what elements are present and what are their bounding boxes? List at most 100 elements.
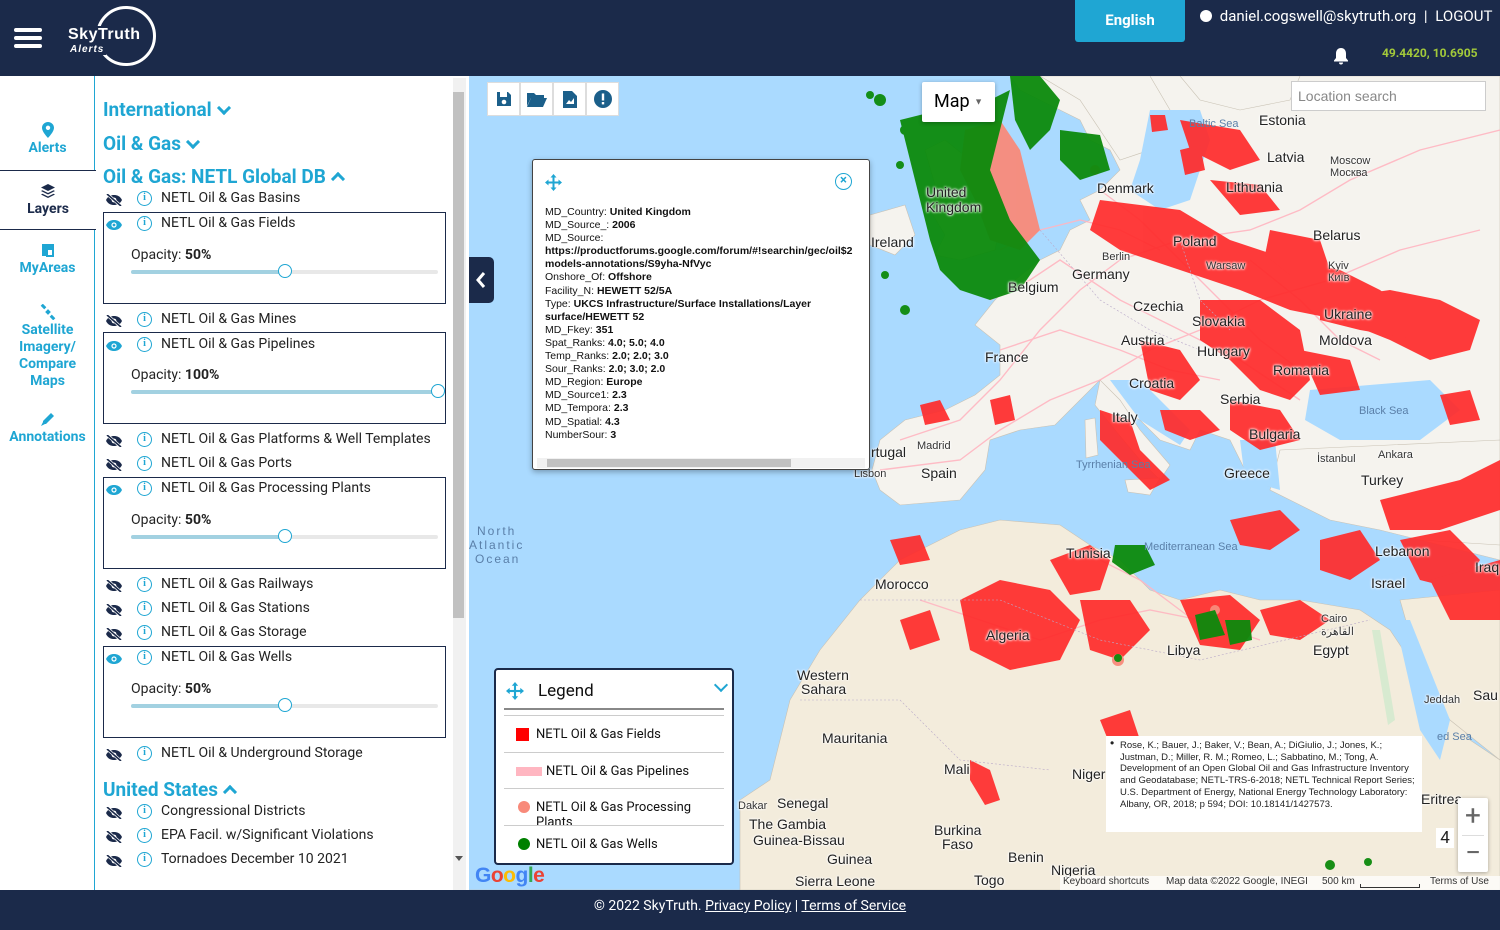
info-icon[interactable]: i xyxy=(137,216,152,231)
info-icon[interactable]: i xyxy=(137,804,152,819)
eye-slash-icon[interactable] xyxy=(105,433,123,449)
opacity-value: 50% xyxy=(184,681,212,697)
eye-slash-icon[interactable] xyxy=(105,457,123,473)
map-label: Atlantic xyxy=(469,538,525,552)
info-icon[interactable]: i xyxy=(137,456,152,471)
panel-scrollbar-thumb[interactable] xyxy=(453,92,464,618)
legend-item: NETL Oil & Gas Processing Plants xyxy=(504,788,724,830)
info-icon[interactable]: i xyxy=(137,746,152,761)
close-icon[interactable]: × xyxy=(835,173,852,190)
info-icon[interactable]: i xyxy=(137,828,152,843)
info-icon[interactable]: i xyxy=(137,601,152,616)
satellite-icon xyxy=(40,304,55,320)
section-oil-gas[interactable]: Oil & Gas xyxy=(103,132,201,155)
eye-icon[interactable] xyxy=(105,219,123,231)
opacity-slider[interactable] xyxy=(131,264,438,278)
move-icon[interactable] xyxy=(506,682,524,700)
eye-slash-icon[interactable] xyxy=(105,747,123,763)
map-label: Latvia xyxy=(1267,149,1305,165)
eye-icon[interactable] xyxy=(105,653,123,665)
terms-of-use-link[interactable]: Terms of Use xyxy=(1430,876,1489,887)
zoom-out-button[interactable]: − xyxy=(1458,835,1488,872)
layer-label: NETL Oil & Gas Storage xyxy=(161,624,307,640)
info-icon[interactable]: i xyxy=(137,625,152,640)
map-label: Moscow xyxy=(1330,155,1371,167)
skytruth-logo[interactable]: SkyTruth Alerts xyxy=(60,6,158,70)
chevron-down-icon[interactable] xyxy=(713,677,729,693)
keyboard-shortcuts-link[interactable]: Keyboard shortcuts xyxy=(1063,876,1149,887)
popup-horizontal-scrollbar[interactable] xyxy=(537,458,865,468)
popup-field: MD_Tempora: 2.3 xyxy=(545,402,852,415)
opacity-slider-thumb[interactable] xyxy=(278,264,292,278)
location-search-input[interactable]: Location search xyxy=(1291,81,1486,111)
language-button[interactable]: English xyxy=(1075,0,1185,42)
legend-swatch xyxy=(516,728,529,745)
info-icon[interactable]: i xyxy=(137,312,152,327)
open-folder-button[interactable] xyxy=(520,82,553,116)
info-icon[interactable]: i xyxy=(137,852,152,867)
info-icon[interactable]: i xyxy=(137,650,152,665)
eye-slash-icon[interactable] xyxy=(105,626,123,642)
map-label: Kingdom xyxy=(926,199,982,215)
popup-field-value: HEWETT 52/5A xyxy=(596,284,673,297)
eye-icon[interactable] xyxy=(105,484,123,496)
section-netl[interactable]: Oil & Gas: NETL Global DB xyxy=(103,165,345,188)
save-button[interactable] xyxy=(487,82,520,116)
eye-slash-icon[interactable] xyxy=(105,853,123,869)
eye-slash-icon[interactable] xyxy=(105,578,123,594)
popup-field-key: Type: xyxy=(545,297,571,310)
info-icon[interactable]: i xyxy=(137,577,152,592)
user-email[interactable]: daniel.cogswell@skytruth.org xyxy=(1220,7,1416,25)
map-type-selector[interactable]: Map ▼ xyxy=(922,82,995,122)
opacity-slider-thumb[interactable] xyxy=(431,384,445,398)
layer-label: NETL Oil & Gas Processing Plants xyxy=(161,480,371,496)
opacity-slider[interactable] xyxy=(131,529,438,543)
eye-slash-icon[interactable] xyxy=(105,805,123,821)
file-export-icon xyxy=(562,90,577,108)
popup-field: MD_Spatial: 4.3 xyxy=(545,416,852,429)
bell-icon[interactable] xyxy=(1333,47,1349,65)
export-file-button[interactable] xyxy=(553,82,586,116)
eye-slash-icon[interactable] xyxy=(105,192,123,208)
terms-of-service-link[interactable]: Terms of Service xyxy=(801,898,906,914)
opacity-slider-thumb[interactable] xyxy=(278,529,292,543)
info-icon[interactable]: i xyxy=(137,481,152,496)
eye-icon[interactable] xyxy=(105,340,123,352)
popup-field: Facility_N: HEWETT 52/5A xyxy=(545,285,852,298)
nav-myareas[interactable]: MyAreas xyxy=(0,244,95,277)
nav-layers[interactable]: Layers xyxy=(0,170,96,230)
nav-satellite[interactable]: Satellite Imagery/ Compare Maps xyxy=(0,304,95,390)
nav-alerts[interactable]: Alerts xyxy=(0,122,95,157)
move-icon[interactable] xyxy=(545,174,562,191)
opacity-slider-fill xyxy=(131,704,285,708)
zoom-in-button[interactable]: + xyxy=(1458,798,1488,835)
logout-link[interactable]: LOGOUT xyxy=(1435,7,1492,25)
opacity-value: 50% xyxy=(184,512,212,528)
map-label: The Gambia xyxy=(749,816,827,832)
section-united-states[interactable]: United States xyxy=(103,778,238,801)
eye-slash-icon[interactable] xyxy=(105,313,123,329)
layer-label: NETL Oil & Gas Mines xyxy=(161,311,297,327)
alert-info-button[interactable] xyxy=(586,82,619,116)
scroll-down-icon[interactable] xyxy=(455,856,463,862)
nav-annotations[interactable]: Annotations xyxy=(0,412,95,446)
map-label: Baltic Sea xyxy=(1189,118,1239,130)
info-icon[interactable]: i xyxy=(137,191,152,206)
menu-icon[interactable] xyxy=(14,26,44,50)
scale-text[interactable]: 500 km xyxy=(1322,876,1355,887)
opacity-slider-thumb[interactable] xyxy=(278,698,292,712)
eye-slash-icon[interactable] xyxy=(105,602,123,618)
collapse-panel-button[interactable] xyxy=(469,257,494,303)
info-icon[interactable]: i xyxy=(137,432,152,447)
opacity-slider[interactable] xyxy=(131,698,438,712)
section-international[interactable]: International xyxy=(103,98,231,121)
eye-slash-icon[interactable] xyxy=(105,829,123,845)
info-icon[interactable]: i xyxy=(137,337,152,352)
opacity-slider[interactable] xyxy=(131,384,445,398)
popup-field-key: MD_Source1: xyxy=(545,389,610,402)
layer-label: NETL Oil & Gas Basins xyxy=(161,190,301,206)
map-label: Tunisia xyxy=(1066,545,1111,561)
map-label: Serbia xyxy=(1220,391,1261,407)
privacy-policy-link[interactable]: Privacy Policy xyxy=(705,898,791,914)
layer-label: NETL Oil & Gas Railways xyxy=(161,576,314,592)
